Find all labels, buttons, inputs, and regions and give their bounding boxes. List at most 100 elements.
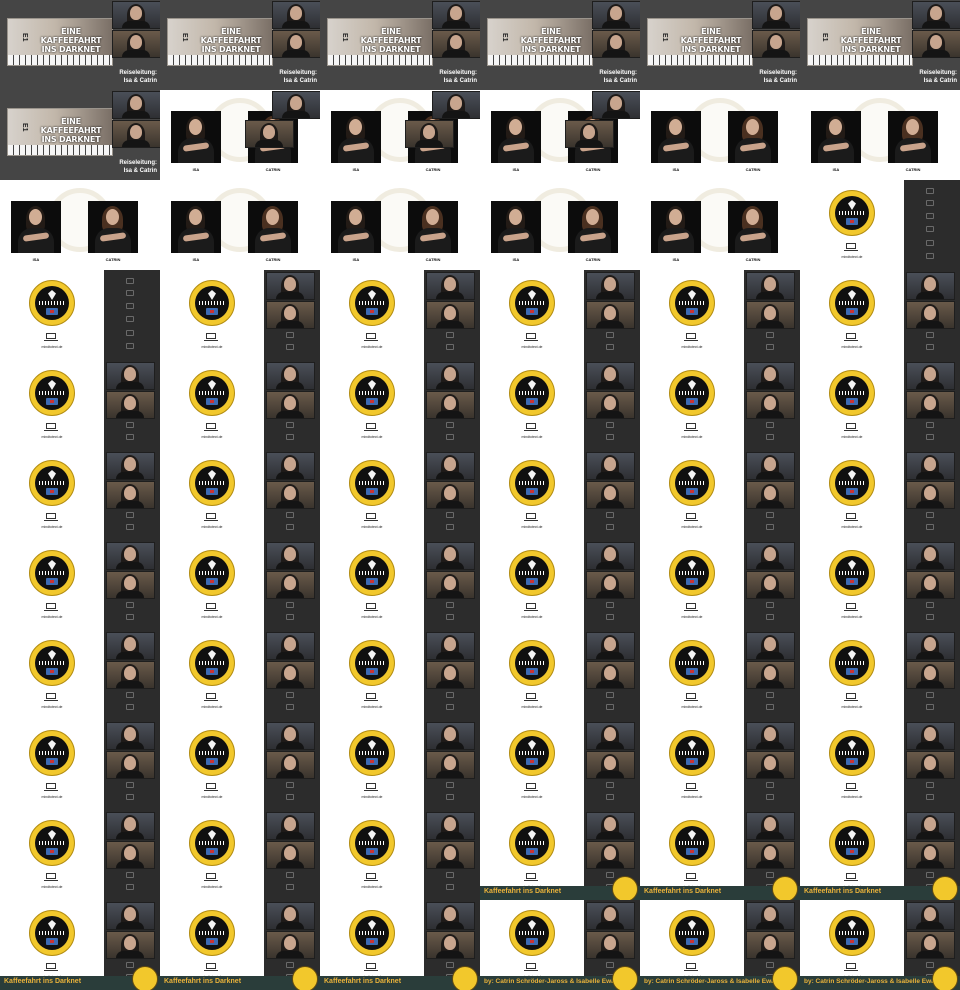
toolbar-icon[interactable] <box>606 524 614 530</box>
toolbar-icon[interactable] <box>126 422 134 428</box>
thumbnail-cell[interactable]: mindtotect.de <box>160 360 320 450</box>
thumbnail-cell[interactable]: mindtotect.de <box>160 720 320 810</box>
toolbar-icon[interactable] <box>126 602 134 608</box>
toolbar-icon[interactable] <box>286 524 294 530</box>
thumbnail-cell[interactable]: mindtotect.de <box>160 540 320 630</box>
toolbar-icon[interactable] <box>926 872 934 878</box>
toolbar-icon[interactable] <box>446 344 454 350</box>
thumbnail-cell[interactable]: E1 EINE KAFFEEFAHRT INS DARKNET Reiseleitu… <box>0 0 160 90</box>
toolbar-icon[interactable] <box>446 692 454 698</box>
thumbnail-cell[interactable]: mindtotect.de <box>480 450 640 540</box>
thumbnail-cell[interactable]: mindtotect.de <box>640 270 800 360</box>
toolbar-icon[interactable] <box>926 524 934 530</box>
thumbnail-cell[interactable]: mindtotect.de <box>0 810 160 900</box>
thumbnail-cell[interactable]: mindtotect.deKaffeefahrt ins Darknet <box>320 900 480 990</box>
toolbar-icon[interactable] <box>446 614 454 620</box>
toolbar-icon[interactable] <box>126 692 134 698</box>
thumbnail-cell[interactable]: mindtotect.de <box>480 360 640 450</box>
toolbar-icon[interactable] <box>126 872 134 878</box>
toolbar-icon[interactable] <box>446 884 454 890</box>
toolbar-icon[interactable] <box>286 962 294 968</box>
toolbar-icon[interactable] <box>926 782 934 788</box>
toolbar-icon[interactable] <box>926 253 934 259</box>
thumbnail-cell[interactable]: mindtotect.de <box>0 270 160 360</box>
toolbar-icon[interactable] <box>766 782 774 788</box>
thumbnail-cell[interactable]: ISA CATRIN <box>160 180 320 270</box>
toolbar-icon[interactable] <box>126 794 134 800</box>
toolbar-icon[interactable] <box>766 524 774 530</box>
toolbar-icon[interactable] <box>766 332 774 338</box>
toolbar-icon[interactable] <box>286 794 294 800</box>
toolbar-icon[interactable] <box>126 962 134 968</box>
thumbnail-cell[interactable]: E1 EINE KAFFEEFAHRT INS DARKNET Reiseleitu… <box>640 0 800 90</box>
thumbnail-cell[interactable]: mindtotect.de <box>800 540 960 630</box>
toolbar-icon[interactable] <box>606 422 614 428</box>
toolbar-icon[interactable] <box>126 614 134 620</box>
thumbnail-cell[interactable]: mindtotect.de <box>480 720 640 810</box>
thumbnail-cell[interactable]: mindtotect.de <box>800 720 960 810</box>
toolbar-icon[interactable] <box>446 422 454 428</box>
toolbar-icon[interactable] <box>446 602 454 608</box>
toolbar-icon[interactable] <box>766 692 774 698</box>
thumbnail-cell[interactable]: mindtotect.de <box>320 720 480 810</box>
thumbnail-cell[interactable]: mindtotect.de <box>640 540 800 630</box>
thumbnail-cell[interactable]: mindtotect.de <box>800 450 960 540</box>
toolbar-icon[interactable] <box>766 434 774 440</box>
thumbnail-cell[interactable]: mindtotect.deby: Catrin Schröder-Jaross … <box>800 900 960 990</box>
toolbar-icon[interactable] <box>286 512 294 518</box>
thumbnail-cell[interactable]: mindtotect.de <box>160 450 320 540</box>
toolbar-icon[interactable] <box>126 316 134 322</box>
toolbar-icon[interactable] <box>926 692 934 698</box>
thumbnail-cell[interactable]: mindtotect.de <box>0 450 160 540</box>
toolbar-icon[interactable] <box>766 512 774 518</box>
toolbar-icon[interactable] <box>286 602 294 608</box>
toolbar-icon[interactable] <box>126 524 134 530</box>
thumbnail-cell[interactable]: mindtotect.de <box>320 450 480 540</box>
thumbnail-cell[interactable]: mindtotect.de <box>320 810 480 900</box>
toolbar-icon[interactable] <box>446 434 454 440</box>
toolbar-icon[interactable] <box>446 704 454 710</box>
toolbar-icon[interactable] <box>126 704 134 710</box>
toolbar-icon[interactable] <box>606 344 614 350</box>
thumbnail-cell[interactable]: mindtotect.de <box>0 360 160 450</box>
thumbnail-cell[interactable]: mindtotect.deKaffeefahrt ins Darknet <box>0 900 160 990</box>
thumbnail-cell[interactable]: E1 EINE KAFFEEFAHRT INS DARKNET Reiseleitu… <box>320 0 480 90</box>
toolbar-icon[interactable] <box>606 512 614 518</box>
toolbar-icon[interactable] <box>446 794 454 800</box>
toolbar-icon[interactable] <box>446 872 454 878</box>
toolbar-icon[interactable] <box>446 332 454 338</box>
thumbnail-cell[interactable]: mindtotect.de <box>160 810 320 900</box>
thumbnail-cell[interactable]: mindtotect.de <box>640 630 800 720</box>
toolbar-icon[interactable] <box>766 872 774 878</box>
toolbar-icon[interactable] <box>766 614 774 620</box>
thumbnail-cell[interactable]: mindtotect.de <box>0 630 160 720</box>
toolbar-icon[interactable] <box>926 704 934 710</box>
toolbar-icon[interactable] <box>606 692 614 698</box>
thumbnail-cell[interactable]: ISA CATRIN <box>160 90 320 180</box>
thumbnail-cell[interactable]: ISA CATRIN <box>480 90 640 180</box>
toolbar-icon[interactable] <box>926 213 934 219</box>
toolbar-icon[interactable] <box>766 422 774 428</box>
thumbnail-cell[interactable]: mindtotect.de <box>800 270 960 360</box>
toolbar-icon[interactable] <box>926 240 934 246</box>
toolbar-icon[interactable] <box>766 602 774 608</box>
toolbar-icon[interactable] <box>126 512 134 518</box>
toolbar-icon[interactable] <box>926 200 934 206</box>
toolbar-icon[interactable] <box>126 434 134 440</box>
toolbar-icon[interactable] <box>926 614 934 620</box>
toolbar-icon[interactable] <box>606 614 614 620</box>
toolbar-icon[interactable] <box>606 794 614 800</box>
toolbar-icon[interactable] <box>926 226 934 232</box>
toolbar-icon[interactable] <box>286 704 294 710</box>
thumbnail-cell[interactable]: mindtotect.de <box>320 270 480 360</box>
toolbar-icon[interactable] <box>446 524 454 530</box>
thumbnail-cell[interactable]: mindtotect.de <box>480 630 640 720</box>
thumbnail-cell[interactable]: mindtotect.de <box>480 540 640 630</box>
toolbar-icon[interactable] <box>606 782 614 788</box>
toolbar-icon[interactable] <box>606 704 614 710</box>
toolbar-icon[interactable] <box>926 602 934 608</box>
thumbnail-cell[interactable]: mindtotect.de <box>320 630 480 720</box>
thumbnail-cell[interactable]: E1 EINE KAFFEEFAHRT INS DARKNET Reiseleitu… <box>480 0 640 90</box>
thumbnail-cell[interactable]: mindtotect.de <box>800 360 960 450</box>
toolbar-icon[interactable] <box>126 303 134 309</box>
